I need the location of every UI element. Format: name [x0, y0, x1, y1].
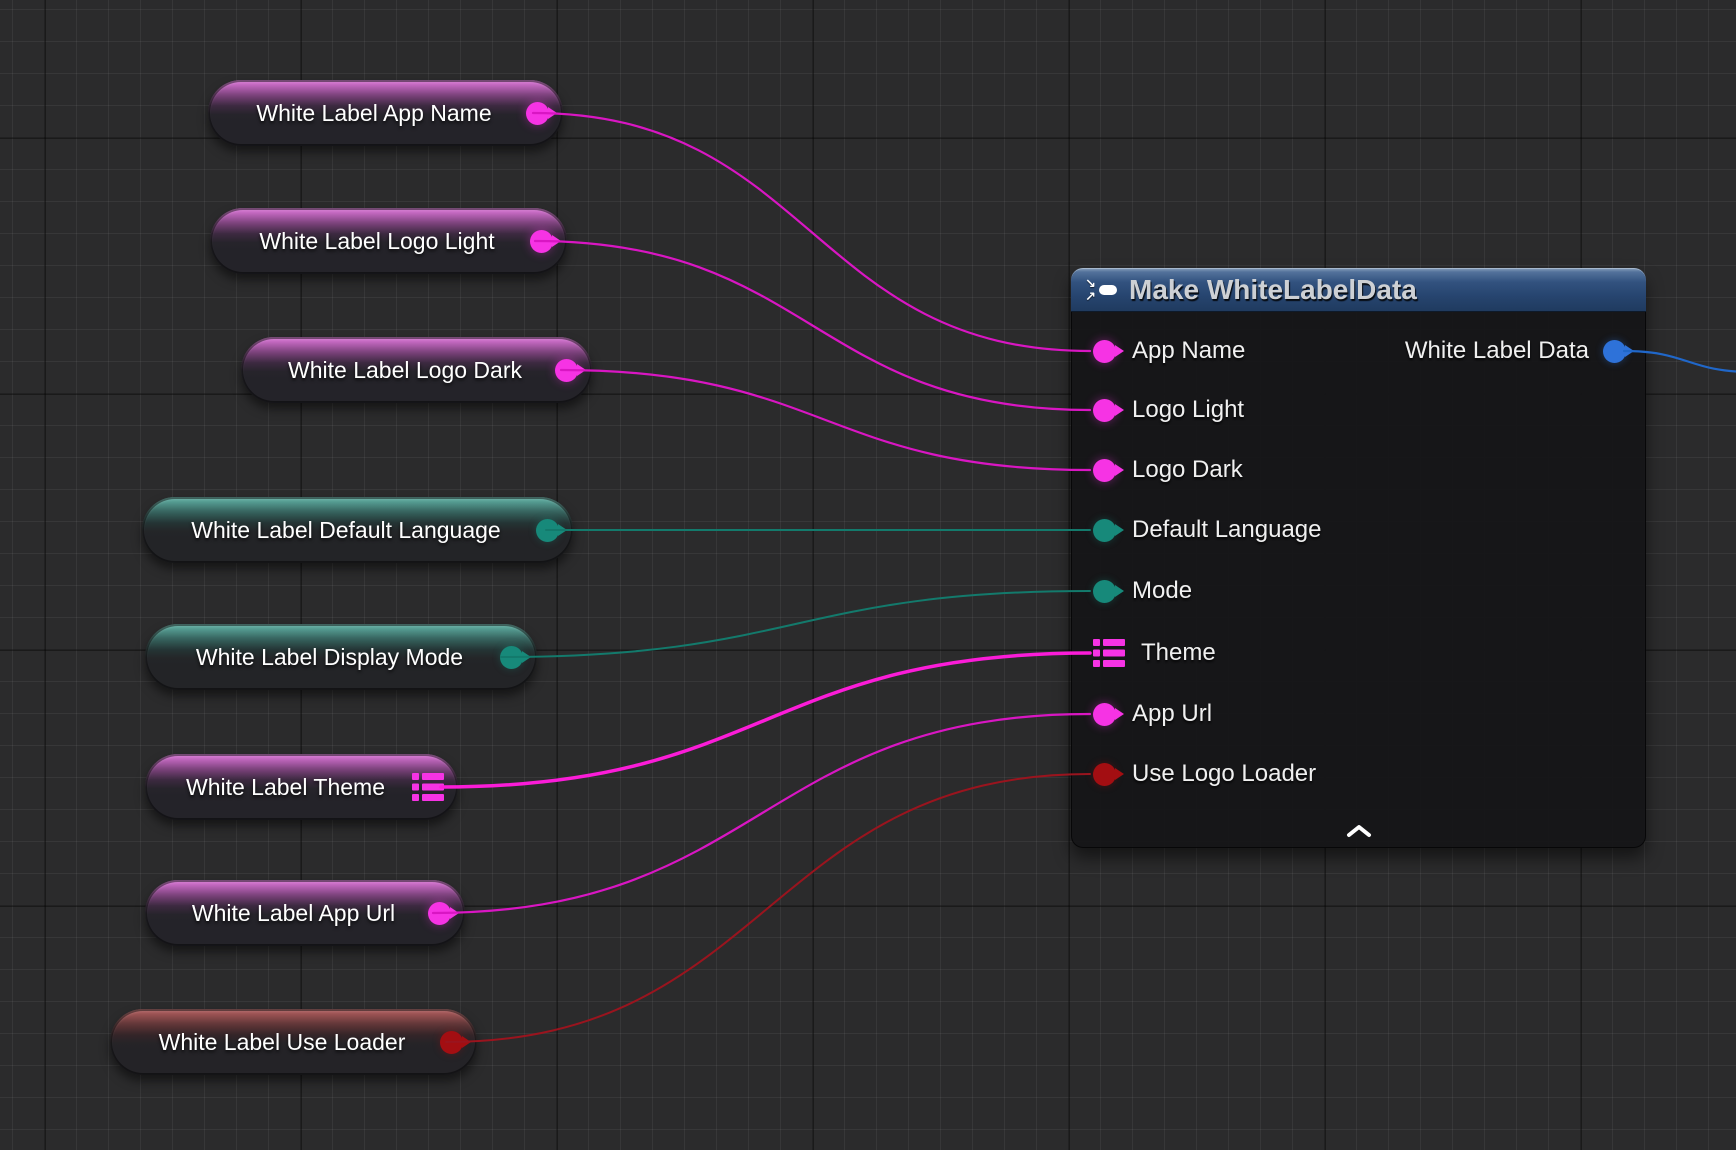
app-name-input-pin[interactable] [1093, 340, 1116, 363]
getter-node-label: White Label Use Loader [130, 1029, 440, 1056]
default-language-output-pin[interactable] [536, 519, 559, 542]
mode-input-pin[interactable] [1093, 580, 1116, 603]
output-pin-label: White Label Data [1405, 337, 1589, 365]
display-mode-output-pin[interactable] [500, 646, 523, 669]
input-pin-row-app-name: App Name [1093, 334, 1245, 368]
getter-node-logo-dark[interactable]: White Label Logo Dark [241, 337, 592, 403]
use-loader-output-pin[interactable] [440, 1031, 463, 1054]
input-pin-label: Logo Dark [1132, 456, 1243, 484]
theme-output-pin[interactable] [412, 773, 444, 801]
logo-light-output-pin[interactable] [530, 230, 553, 253]
input-pin-row-app-url: App Url [1093, 697, 1212, 731]
getter-node-app-url[interactable]: White Label App Url [145, 880, 465, 946]
getter-node-display-mode[interactable]: White Label Display Mode [145, 624, 537, 690]
arrow-upright-icon: ↗ [1085, 290, 1096, 303]
make-node-header[interactable]: ↘ ↗ Make WhiteLabelData [1071, 268, 1646, 312]
blueprint-graph-canvas[interactable]: White Label App Name White Label Logo Lig… [0, 0, 1736, 1150]
getter-node-label: White Label Logo Light [230, 228, 530, 255]
input-pin-label: Mode [1132, 577, 1192, 605]
input-pin-label: App Url [1132, 700, 1212, 728]
input-pin-label: Logo Light [1132, 396, 1244, 424]
wire-theme-to-theme[interactable] [441, 653, 1090, 787]
wire-use-loader-to-use-loader[interactable] [446, 774, 1090, 1042]
getter-node-label: White Label App Name [228, 100, 526, 127]
input-pin-row-logo-light: Logo Light [1093, 393, 1244, 427]
make-struct-icon: ↘ ↗ [1085, 277, 1117, 303]
wire-app-name-to-app-name[interactable] [533, 113, 1090, 351]
white-label-data-output-pin[interactable] [1603, 340, 1626, 363]
getter-node-use-loader[interactable]: White Label Use Loader [110, 1009, 477, 1075]
input-pin-row-use-loader: Use Logo Loader [1093, 757, 1316, 791]
wire-display-mode-to-mode[interactable] [501, 591, 1090, 657]
getter-node-label: White Label Default Language [162, 517, 536, 544]
wire-logo-light-to-logo-light[interactable] [535, 241, 1090, 410]
input-pin-row-theme: Theme [1093, 636, 1216, 670]
input-pin-label: Theme [1141, 639, 1216, 667]
app-url-output-pin[interactable] [428, 902, 451, 925]
getter-node-label: White Label Display Mode [165, 644, 500, 671]
node-title: Make WhiteLabelData [1129, 274, 1417, 306]
input-pin-label: Use Logo Loader [1132, 760, 1316, 788]
input-pin-row-mode: Mode [1093, 574, 1192, 608]
make-whitelabeldata-node[interactable]: ↘ ↗ Make WhiteLabelData App Name Logo Lig… [1071, 268, 1646, 848]
use-loader-input-pin[interactable] [1093, 763, 1116, 786]
wire-app-url-to-app-url[interactable] [433, 714, 1090, 913]
input-pin-row-logo-dark: Logo Dark [1093, 453, 1243, 487]
chevron-up-icon [1346, 824, 1372, 838]
default-language-input-pin[interactable] [1093, 519, 1116, 542]
getter-node-theme[interactable]: White Label Theme [145, 754, 458, 820]
getter-node-app-name[interactable]: White Label App Name [208, 80, 563, 146]
theme-input-pin[interactable] [1093, 639, 1125, 667]
collapse-node-button[interactable] [1339, 820, 1379, 842]
input-pin-label: Default Language [1132, 516, 1322, 544]
logo-light-input-pin[interactable] [1093, 399, 1116, 422]
output-pin-row: White Label Data [1405, 334, 1626, 368]
app-url-input-pin[interactable] [1093, 703, 1116, 726]
app-name-output-pin[interactable] [526, 102, 549, 125]
getter-node-logo-light[interactable]: White Label Logo Light [210, 208, 567, 274]
logo-dark-output-pin[interactable] [555, 359, 578, 382]
logo-dark-input-pin[interactable] [1093, 459, 1116, 482]
getter-node-label: White Label App Url [165, 900, 428, 927]
getter-node-label: White Label Logo Dark [261, 357, 555, 384]
getter-node-label: White Label Theme [165, 774, 412, 801]
input-pin-row-default-language: Default Language [1093, 513, 1322, 547]
input-pin-label: App Name [1132, 337, 1245, 365]
getter-node-default-language[interactable]: White Label Default Language [142, 497, 573, 563]
wire-logo-dark-to-logo-dark[interactable] [561, 370, 1090, 470]
struct-capsule-icon [1099, 285, 1117, 295]
